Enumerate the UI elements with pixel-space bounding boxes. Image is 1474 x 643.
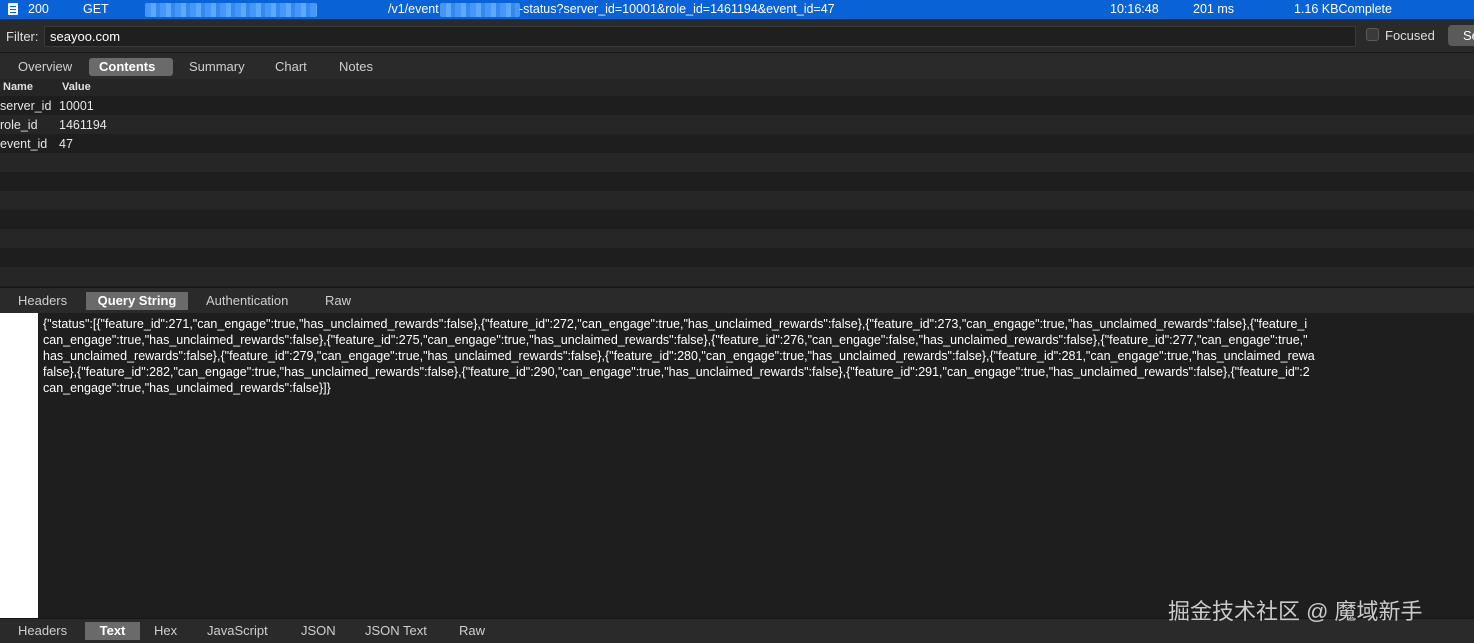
document-icon bbox=[8, 3, 18, 15]
column-header-name[interactable]: Name bbox=[3, 81, 33, 93]
column-header-value[interactable]: Value bbox=[62, 81, 91, 93]
request-path-suffix: -status?server_id=10001&role_id=1461194&… bbox=[519, 2, 835, 16]
empty-row bbox=[0, 191, 1474, 210]
settings-button[interactable]: Se bbox=[1448, 25, 1474, 46]
overview-tab-bar: Overview Contents Summary Chart Notes bbox=[0, 53, 1474, 79]
filter-input[interactable] bbox=[44, 26, 1356, 47]
query-table: server_id 10001 role_id 1461194 event_id… bbox=[0, 96, 1474, 287]
filter-bar: Filter: Focused Se bbox=[0, 19, 1474, 53]
response-line: has_unclaimed_rewards":false},{"feature_… bbox=[43, 349, 1315, 363]
response-line: {"status":[{"feature_id":271,"can_engage… bbox=[43, 317, 1308, 331]
request-tab-bar: Headers Query String Authentication Raw bbox=[0, 287, 1474, 313]
param-name: role_id bbox=[0, 118, 38, 132]
response-body-text[interactable]: {"status":[{"feature_id":271,"can_engage… bbox=[43, 316, 1474, 616]
tab-notes[interactable]: Notes bbox=[329, 58, 383, 76]
param-value: 47 bbox=[59, 137, 73, 151]
tab-request-headers[interactable]: Headers bbox=[8, 292, 77, 310]
tab-hex[interactable]: Hex bbox=[144, 622, 187, 640]
tab-query-string[interactable]: Query String bbox=[86, 292, 188, 310]
redacted-host bbox=[145, 3, 317, 17]
param-value: 10001 bbox=[59, 99, 94, 113]
response-line: can_engage":true,"has_unclaimed_rewards"… bbox=[43, 381, 331, 395]
tab-json-text[interactable]: JSON Text bbox=[355, 622, 437, 640]
table-row[interactable]: server_id 10001 bbox=[0, 96, 1474, 115]
watermark: 掘金技术社区 @ 魔域新手 bbox=[1168, 599, 1423, 624]
query-table-header: Name Value bbox=[0, 79, 1474, 96]
request-path-prefix: /v1/event bbox=[388, 2, 439, 16]
focused-label: Focused bbox=[1385, 28, 1435, 43]
empty-row bbox=[0, 210, 1474, 229]
tab-overview[interactable]: Overview bbox=[8, 58, 82, 76]
filter-label: Filter: bbox=[6, 29, 39, 44]
empty-row bbox=[0, 172, 1474, 191]
empty-row bbox=[0, 153, 1474, 172]
tab-json[interactable]: JSON bbox=[291, 622, 346, 640]
tab-authentication[interactable]: Authentication bbox=[196, 292, 298, 310]
empty-row bbox=[0, 229, 1474, 248]
table-row[interactable]: role_id 1461194 bbox=[0, 115, 1474, 134]
empty-row bbox=[0, 248, 1474, 267]
table-row[interactable]: event_id 47 bbox=[0, 134, 1474, 153]
tab-contents[interactable]: Contents bbox=[89, 58, 173, 76]
tab-summary[interactable]: Summary bbox=[179, 58, 255, 76]
request-size-state: 1.16 KBComplete bbox=[1294, 2, 1392, 16]
request-time: 10:16:48 bbox=[1110, 2, 1159, 16]
tab-javascript[interactable]: JavaScript bbox=[197, 622, 278, 640]
empty-row bbox=[0, 267, 1474, 286]
param-value: 1461194 bbox=[59, 118, 107, 132]
redacted-path bbox=[440, 3, 520, 17]
request-duration: 201 ms bbox=[1193, 2, 1234, 16]
status-code: 200 bbox=[28, 2, 49, 16]
param-name: server_id bbox=[0, 99, 52, 113]
tab-text[interactable]: Text bbox=[85, 622, 140, 640]
tab-response-headers[interactable]: Headers bbox=[8, 622, 77, 640]
line-gutter bbox=[0, 313, 38, 618]
tab-request-raw[interactable]: Raw bbox=[315, 292, 361, 310]
response-line: false},{"feature_id":282,"can_engage":tr… bbox=[43, 365, 1310, 379]
response-line: can_engage":true,"has_unclaimed_rewards"… bbox=[43, 333, 1308, 347]
selected-request-row[interactable]: 200 GET /v1/event -status?server_id=1000… bbox=[0, 0, 1474, 19]
http-method: GET bbox=[83, 2, 109, 16]
tab-chart[interactable]: Chart bbox=[265, 58, 317, 76]
param-name: event_id bbox=[0, 137, 48, 151]
focused-checkbox[interactable] bbox=[1366, 28, 1379, 41]
tab-response-raw[interactable]: Raw bbox=[449, 622, 495, 640]
